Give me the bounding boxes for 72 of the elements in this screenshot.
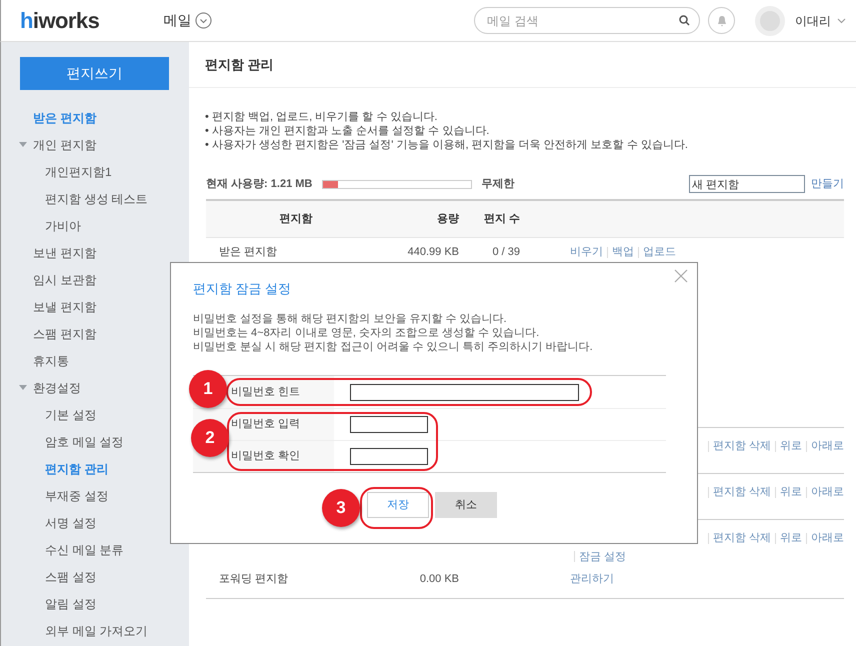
action-link[interactable]: 아래로 <box>811 484 844 500</box>
action-link[interactable]: 위로 <box>780 530 802 546</box>
note-text: • 사용자가 생성한 편지함은 '잠금 설정' 기능을 이용해, 편지함을 더욱 안전하게 보호할 수 있습니다. <box>205 138 689 152</box>
sidebar-item[interactable]: 외부 메일 가져오기 <box>45 622 148 640</box>
sidebar-item[interactable]: 알림 설정 <box>45 594 96 612</box>
column-header: 편지 수 <box>482 212 521 227</box>
sidebar-item[interactable]: 부재중 설정 <box>45 486 108 504</box>
sidebar-item[interactable]: 편지함 생성 테스트 <box>45 190 148 208</box>
sidebar-item[interactable]: 기본 설정 <box>45 406 96 424</box>
column-header: 용량 <box>436 212 459 227</box>
table-cell: 포워딩 편지함 <box>219 573 288 585</box>
compose-button[interactable]: 편지쓰기 <box>20 57 169 90</box>
password-field[interactable] <box>350 448 428 465</box>
chevron-down-icon <box>195 12 212 29</box>
field-label: 비밀번호 입력 <box>231 417 300 432</box>
table-cell: 440.99 KB <box>408 246 459 258</box>
sidebar-item[interactable]: 보낸 편지함 <box>33 244 96 262</box>
search-field[interactable]: 메일 검색 <box>474 7 700 34</box>
cancel-button[interactable]: 취소 <box>435 492 497 518</box>
sidebar-item[interactable]: 암호 메일 설정 <box>45 432 124 450</box>
note-text: • 편지함 백업, 업로드, 비우기를 할 수 있습니다. <box>205 110 438 124</box>
close-icon <box>674 269 688 283</box>
new-folder-field[interactable]: 새 편지함 <box>689 175 805 193</box>
action-link[interactable]: 편지함 삭제 <box>712 438 771 454</box>
action-link[interactable]: 비우기 <box>570 244 603 260</box>
action-link[interactable]: 잠금 설정 <box>579 548 626 565</box>
create-link[interactable]: 만들기 <box>811 176 844 192</box>
field-label: 비밀번호 확인 <box>231 449 300 464</box>
sidebar-item[interactable]: 편지함 관리 <box>45 460 108 478</box>
sidebar-item[interactable]: 개인편지함1 <box>45 162 112 180</box>
password-field[interactable] <box>350 416 428 433</box>
sidebar-item[interactable]: 휴지통 <box>33 352 69 370</box>
app-menu[interactable]: 메일 <box>163 10 212 31</box>
sidebar-item[interactable]: 받은 편지함 <box>33 108 96 126</box>
table-cell: 0 / 39 <box>492 246 520 258</box>
action-link[interactable]: 위로 <box>780 438 802 454</box>
dialog-title: 편지함 잠금 설정 <box>193 281 292 296</box>
sidebar-item[interactable]: 임시 보관함 <box>33 270 96 288</box>
table-cell: 0.00 KB <box>420 573 459 585</box>
dialog-description: 비밀번호는 4~8자리 이내로 영문, 숫자의 조합으로 생성할 수 있습니다. <box>193 326 540 340</box>
action-link[interactable]: 아래로 <box>811 530 844 546</box>
search-icon <box>679 15 690 26</box>
sidebar-item[interactable]: 개인 편지함 <box>33 136 96 154</box>
sidebar-item[interactable]: 가비아 <box>45 216 81 234</box>
column-header: 편지함 <box>278 212 314 227</box>
action-link[interactable]: 편지함 삭제 <box>712 530 771 546</box>
page-title: 편지함 관리 <box>205 56 274 74</box>
field-label: 비밀번호 힌트 <box>231 384 300 400</box>
action-link[interactable]: 위로 <box>780 484 802 500</box>
table-cell: 받은 편지함 <box>219 246 278 258</box>
user-name[interactable]: 이대리 <box>795 12 831 30</box>
bell-icon <box>716 14 726 26</box>
password-field[interactable] <box>350 384 579 400</box>
action-link[interactable]: 편지함 삭제 <box>712 484 771 500</box>
sidebar-item[interactable]: 환경설정 <box>33 378 81 396</box>
note-text: • 사용자는 개인 편지함과 노출 순서를 설정할 수 있습니다. <box>205 124 490 138</box>
sidebar-item[interactable]: 수신 메일 분류 <box>45 540 124 558</box>
sidebar-item[interactable]: 스팸 편지함 <box>33 324 96 342</box>
usage-label: 현재 사용량: 1.21 MB <box>206 176 312 192</box>
save-button[interactable]: 저장 <box>367 492 429 518</box>
action-link[interactable]: 백업 <box>612 244 634 260</box>
logo[interactable]: hiworks <box>20 10 100 32</box>
action-link[interactable]: 업로드 <box>643 244 676 260</box>
usage-limit: 무제한 <box>481 176 514 192</box>
action-link[interactable]: 아래로 <box>811 438 844 454</box>
sidebar-item[interactable]: 서명 설정 <box>45 514 96 532</box>
sidebar-item[interactable]: 보낼 편지함 <box>33 298 96 316</box>
dialog-description: 비밀번호 설정을 통해 해당 편지함의 보안을 유지할 수 있습니다. <box>193 312 508 326</box>
action-link[interactable]: 관리하기 <box>570 571 614 588</box>
chevron-down-icon <box>837 18 846 24</box>
dialog-description: 비밀번호 분실 시 해당 편지함 접근이 어려울 수 있으니 특히 주의하시기 바랍니다. <box>193 340 594 354</box>
sidebar-item[interactable]: 스팸 설정 <box>45 568 96 586</box>
